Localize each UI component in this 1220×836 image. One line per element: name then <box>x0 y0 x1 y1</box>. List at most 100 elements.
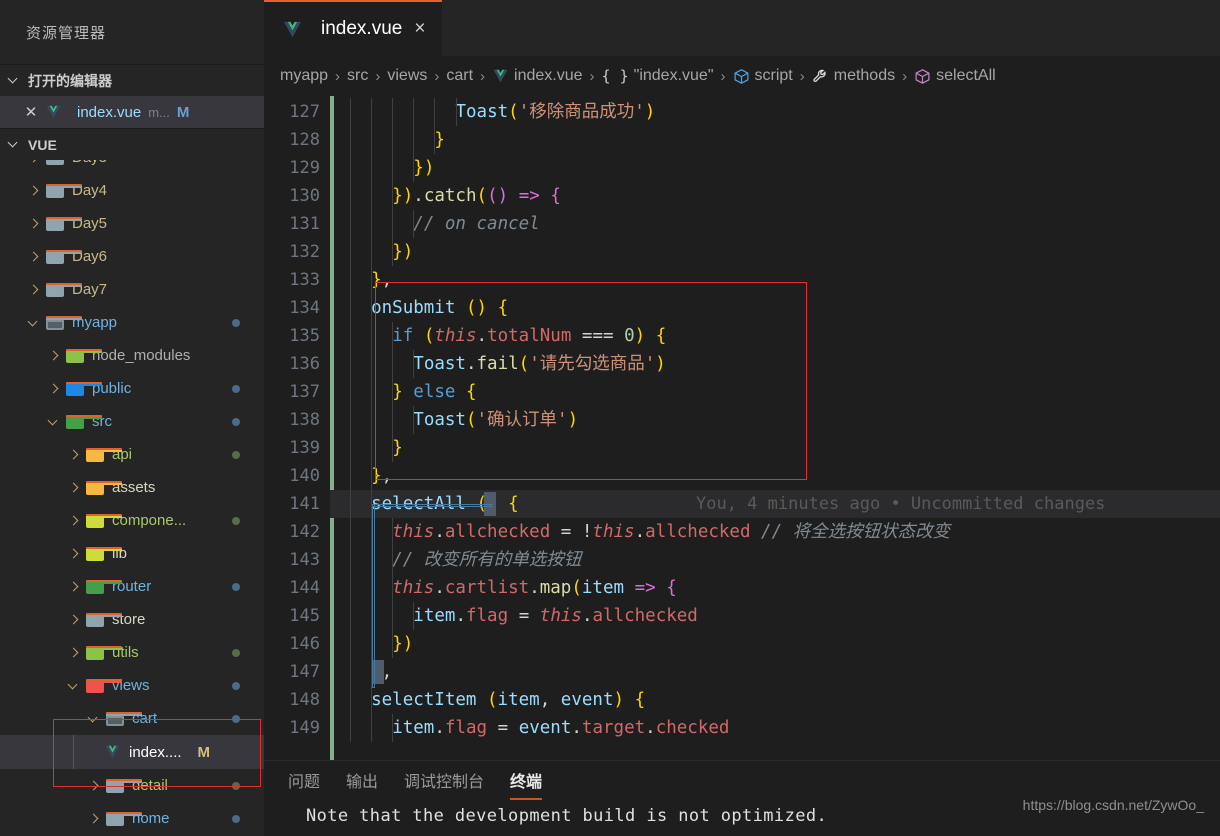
tree-item-day7[interactable]: Day7 <box>0 273 264 306</box>
panel-tab-调试控制台[interactable]: 调试控制台 <box>404 768 484 798</box>
tree-item-day5[interactable]: Day5 <box>0 207 264 240</box>
code-line[interactable]: }, <box>350 658 1220 686</box>
chevron-down-icon[interactable] <box>46 417 62 427</box>
chevron-right-icon[interactable] <box>66 450 82 460</box>
code-line[interactable]: Toast('确认订单') <box>350 406 1220 434</box>
chevron-right-icon[interactable] <box>86 814 102 824</box>
code-line[interactable]: } else { <box>350 378 1220 406</box>
tree-item-status-dot <box>232 648 240 657</box>
breadcrumb-item-script[interactable]: script <box>733 67 793 85</box>
tree-item-day4[interactable]: Day4 <box>0 174 264 207</box>
breadcrumb-item-myapp[interactable]: myapp <box>280 67 328 85</box>
panel-tab-问题[interactable]: 问题 <box>288 768 320 798</box>
bottom-panel: 问题 输出 调试控制台 终端 Note that the development bu… <box>264 760 1220 836</box>
line-number: 143 <box>289 550 320 570</box>
breadcrumb-item-views[interactable]: views <box>387 67 427 85</box>
code-line[interactable]: }) <box>350 630 1220 658</box>
breadcrumb-item-indexvue[interactable]: index.vue <box>492 67 583 85</box>
code-line[interactable]: } <box>350 126 1220 154</box>
folder-lib-icon <box>86 546 122 561</box>
open-editor-item-index-vue[interactable]: ✕ index.vue m... M <box>0 96 264 128</box>
tree-item-home[interactable]: home <box>0 802 264 835</box>
code-line[interactable]: if (this.totalNum === 0) { <box>350 322 1220 350</box>
code-line[interactable]: }) <box>350 154 1220 182</box>
code-line[interactable]: }, <box>350 462 1220 490</box>
explorer-title: 资源管理器 <box>26 24 107 42</box>
chevron-right-icon[interactable] <box>66 516 82 526</box>
open-editor-path: m... <box>148 104 170 120</box>
breadcrumb-item-cart[interactable]: cart <box>446 67 473 85</box>
tree-item-compone[interactable]: compone... <box>0 504 264 537</box>
breadcrumb-item-indexvue[interactable]: { } "index.vue" <box>602 67 714 85</box>
tree-item-cart-index-vue[interactable]: index.... M <box>0 735 264 769</box>
code-line[interactable]: }, <box>350 266 1220 294</box>
editor-area: index.vue × myapp › src › views › cart › index.v… <box>264 0 1220 836</box>
code-line[interactable]: }).catch(() => { <box>350 182 1220 210</box>
cube-blue-icon <box>733 68 750 85</box>
tab-index-vue[interactable]: index.vue × <box>264 0 442 56</box>
code-line[interactable]: // on cancel <box>350 210 1220 238</box>
folder-assets-icon <box>86 480 122 495</box>
chevron-right-icon[interactable] <box>26 285 42 295</box>
breadcrumb-item-methods[interactable]: methods <box>812 67 895 85</box>
chevron-right-icon[interactable] <box>26 186 42 196</box>
tree-item-utils[interactable]: utils <box>0 636 264 669</box>
tree-item-detail[interactable]: detail <box>0 769 264 802</box>
tree-item-day6[interactable]: Day6 <box>0 240 264 273</box>
code-content[interactable]: Toast('移除商品成功') } }) }).catch(() => { //… <box>330 96 1220 760</box>
close-icon[interactable]: ✕ <box>24 103 38 121</box>
breadcrumb-item-src[interactable]: src <box>347 67 368 85</box>
panel-tab-输出[interactable]: 输出 <box>346 768 378 798</box>
tree-item-api[interactable]: api <box>0 438 264 471</box>
chevron-right-icon[interactable] <box>46 351 62 361</box>
chevron-right-icon[interactable] <box>26 219 42 229</box>
tree-item-status-dot <box>232 384 240 393</box>
tree-item-router[interactable]: router <box>0 570 264 603</box>
tree-item-cart[interactable]: cart <box>0 702 264 735</box>
tree-item-src[interactable]: src <box>0 405 264 438</box>
chevron-right-icon[interactable] <box>86 781 102 791</box>
folder-views-icon <box>86 678 122 693</box>
folder-icon <box>46 183 82 198</box>
chevron-down-icon[interactable] <box>86 714 102 724</box>
code-line[interactable]: } <box>350 434 1220 462</box>
close-icon[interactable]: × <box>414 18 425 40</box>
section-vue-label: VUE <box>28 136 57 153</box>
chevron-right-icon[interactable] <box>66 615 82 625</box>
code-line[interactable]: Toast('移除商品成功') <box>350 98 1220 126</box>
panel-tab-终端[interactable]: 终端 <box>510 768 543 800</box>
chevron-right-icon[interactable] <box>66 483 82 493</box>
code-line[interactable]: onSubmit () { <box>350 294 1220 322</box>
chevron-right-icon[interactable] <box>26 252 42 262</box>
code-line[interactable]: item.flag = this.allchecked <box>350 602 1220 630</box>
tree-item-views[interactable]: views <box>0 669 264 702</box>
tree-item-store[interactable]: store <box>0 603 264 636</box>
code-line[interactable]: this.cartlist.map(item => { <box>350 574 1220 602</box>
tree-item-lib[interactable]: lib <box>0 537 264 570</box>
tree-item-public[interactable]: public <box>0 372 264 405</box>
tree-item-nodemodules[interactable]: node_modules <box>0 339 264 372</box>
code-line[interactable]: Toast.fail('请先勾选商品') <box>350 350 1220 378</box>
chevron-right-icon[interactable] <box>66 549 82 559</box>
code-line[interactable]: // 改变所有的单选按钮 <box>350 546 1220 574</box>
tree-item-status-badge: M <box>197 743 211 761</box>
code-line[interactable]: selectItem (item, event) { <box>350 686 1220 714</box>
code-line[interactable]: item.flag = event.target.checked <box>350 714 1220 742</box>
tree-item-assets[interactable]: assets <box>0 471 264 504</box>
chevron-down-icon[interactable] <box>26 318 42 328</box>
chevron-right-icon[interactable] <box>66 582 82 592</box>
code-line[interactable]: this.allchecked = !this.allchecked // 将全… <box>350 518 1220 546</box>
chevron-right-icon[interactable] <box>66 648 82 658</box>
breadcrumb[interactable]: myapp › src › views › cart › index.vue › { } "index… <box>264 56 1220 96</box>
chevron-right-icon[interactable] <box>46 384 62 394</box>
code-line[interactable]: }) <box>350 238 1220 266</box>
tab-label: index.vue <box>321 18 403 39</box>
chevron-down-icon[interactable] <box>66 681 82 691</box>
breadcrumb-label: src <box>347 67 369 84</box>
section-open-editors[interactable]: 打开的编辑器 <box>0 64 264 96</box>
code-editor[interactable]: 127 128 129 130 131 132 133 134 135 136 137 138 139 1… <box>264 96 1220 760</box>
line-number: 134 <box>289 298 320 318</box>
breadcrumb-item-selectall[interactable]: selectAll <box>914 67 996 85</box>
section-vue-folder[interactable]: VUE <box>0 128 264 160</box>
tree-item-myapp[interactable]: myapp <box>0 306 264 339</box>
